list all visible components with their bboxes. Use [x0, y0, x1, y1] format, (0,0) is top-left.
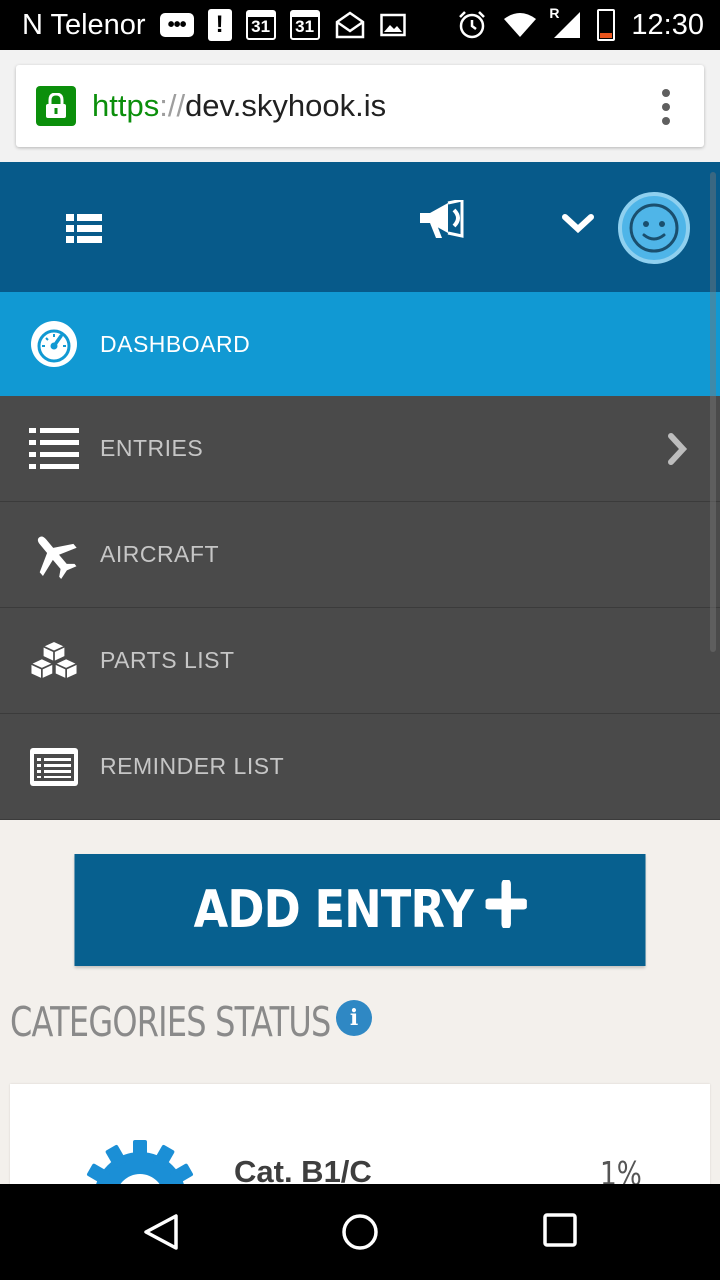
reminder-list-icon — [28, 741, 80, 793]
calendar-icon: 31 — [245, 10, 276, 40]
url-separator: :// — [159, 88, 186, 123]
url-text: https://dev.skyhook.is — [92, 88, 386, 124]
section-title: CATEGORIES STATUS — [10, 998, 331, 1046]
side-nav: DASHBOARD ENTRIES AIRCRAFT PARTS LIST RE… — [0, 292, 720, 820]
nav-item-reminder-list[interactable]: REMINDER LIST — [0, 714, 720, 820]
gear-icon — [80, 1138, 200, 1184]
url-scheme: https — [92, 88, 160, 123]
roaming-indicator: R — [549, 5, 560, 21]
calendar-icon: 31 — [289, 10, 320, 40]
nav-item-parts-list[interactable]: PARTS LIST — [0, 608, 720, 714]
secure-lock-icon — [36, 86, 76, 126]
nav-label-reminder-list: REMINDER LIST — [100, 753, 285, 779]
dashboard-gauge-icon — [28, 318, 80, 370]
browser-toolbar: https://dev.skyhook.is — [0, 50, 720, 162]
chat-bubble-icon: ••• — [159, 13, 194, 37]
status-bar: N Telenor ••• ! 31 31 R 12:30 — [0, 0, 720, 50]
main-content: ADD ENTRY CATEGORIES STATUS i Cat. B1/C … — [0, 820, 720, 1184]
chevron-right-icon[interactable] — [666, 433, 688, 470]
list-icon — [28, 423, 80, 475]
add-entry-label: ADD ENTRY — [193, 880, 474, 940]
address-bar[interactable]: https://dev.skyhook.is — [16, 65, 704, 147]
info-icon[interactable]: i — [336, 1000, 372, 1036]
clock: 12:30 — [631, 8, 704, 41]
recents-icon[interactable] — [542, 1212, 578, 1253]
chevron-down-icon[interactable] — [562, 213, 594, 240]
nav-item-aircraft[interactable]: AIRCRAFT — [0, 502, 720, 608]
app-header — [0, 162, 720, 292]
nav-label-aircraft: AIRCRAFT — [100, 541, 219, 567]
plus-icon — [483, 878, 528, 941]
nav-label-entries: ENTRIES — [100, 435, 204, 461]
nav-item-entries[interactable]: ENTRIES — [0, 396, 720, 502]
battery-icon — [597, 9, 616, 41]
page-scrollbar[interactable] — [710, 172, 716, 652]
cubes-icon — [28, 635, 80, 687]
mail-notification-icon — [334, 10, 366, 40]
user-avatar-icon[interactable] — [618, 192, 690, 264]
signal-icon: R — [549, 5, 581, 39]
system-nav-bar — [0, 1184, 720, 1280]
category-label: Cat. B1/C — [234, 1154, 372, 1184]
list-menu-icon[interactable] — [66, 214, 102, 249]
airplane-icon — [28, 529, 80, 581]
carrier-name: N Telenor — [22, 8, 146, 41]
back-icon[interactable] — [140, 1212, 180, 1257]
url-host: dev.skyhook.is — [185, 88, 387, 123]
category-card[interactable]: Cat. B1/C 1% — [10, 1084, 710, 1184]
alarm-icon — [457, 10, 487, 40]
add-entry-button[interactable]: ADD ENTRY — [74, 854, 646, 966]
nav-label-dashboard: DASHBOARD — [100, 330, 251, 357]
megaphone-icon[interactable] — [418, 198, 464, 245]
wifi-icon — [503, 12, 537, 38]
nav-item-dashboard[interactable]: DASHBOARD — [0, 292, 720, 396]
alert-icon: ! — [207, 9, 232, 41]
category-percent: 1% — [600, 1154, 642, 1184]
image-icon — [379, 13, 406, 37]
home-icon[interactable] — [340, 1212, 380, 1257]
overflow-menu-icon[interactable] — [662, 89, 670, 125]
nav-label-parts-list: PARTS LIST — [100, 647, 235, 673]
